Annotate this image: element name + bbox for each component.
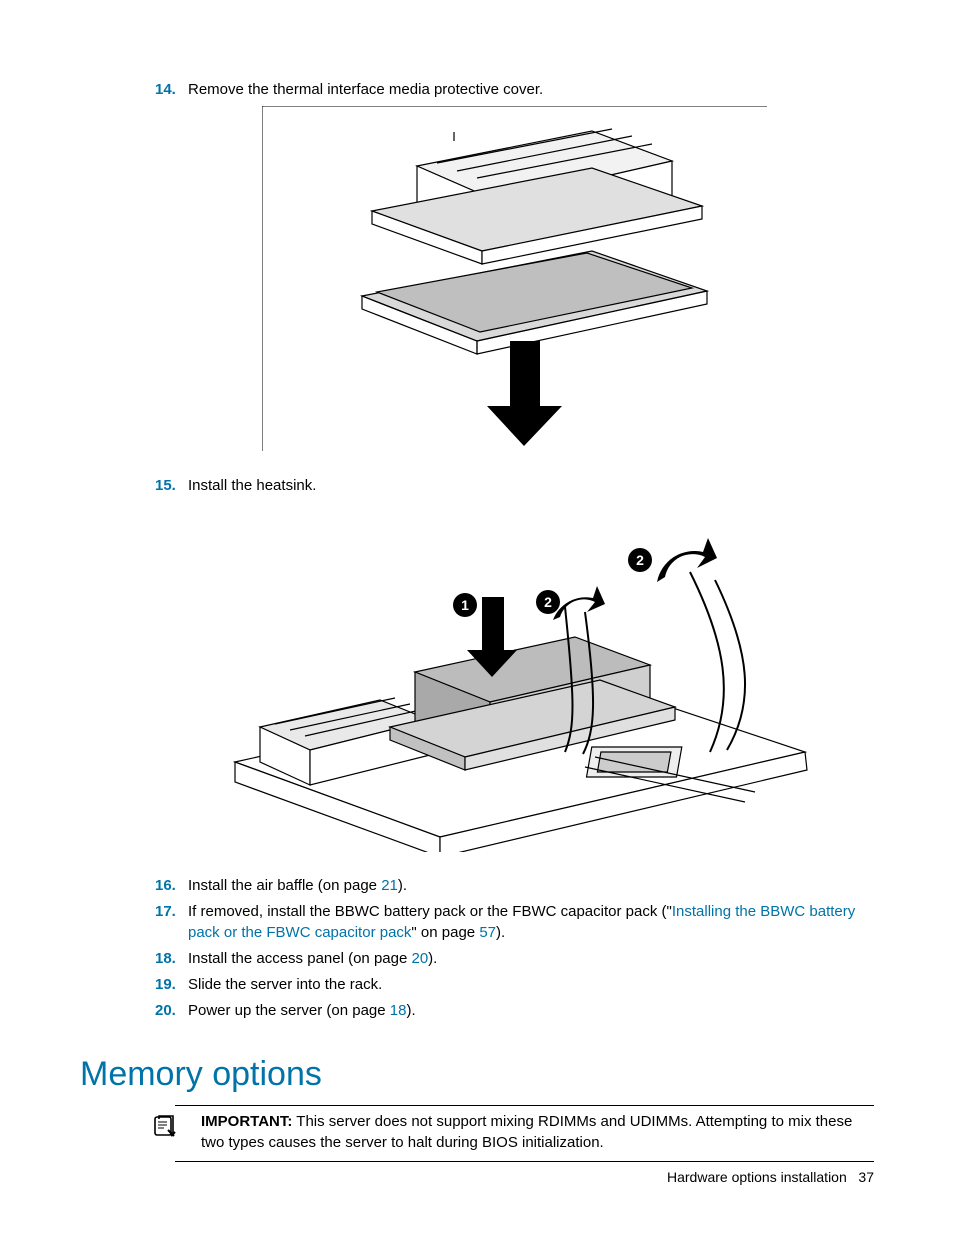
text-part: Install the air baffle (on page: [188, 877, 381, 894]
step-text: Remove the thermal interface media prote…: [188, 80, 874, 100]
section-heading: Memory options: [80, 1052, 874, 1098]
text-part: Install the access panel (on page: [188, 950, 411, 967]
text-part: ).: [428, 950, 437, 967]
step-text: Install the heatsink.: [188, 476, 874, 496]
step-14: 14. Remove the thermal interface media p…: [155, 80, 874, 100]
svg-text:1: 1: [461, 597, 469, 613]
step-number: 17.: [155, 902, 188, 922]
page-footer: Hardware options installation 37: [667, 1168, 874, 1187]
text-part: " on page: [411, 924, 479, 941]
step-number: 16.: [155, 876, 188, 896]
step-text: Install the air baffle (on page 21).: [188, 876, 874, 896]
text-part: Power up the server (on page: [188, 1002, 390, 1019]
step-18: 18. Install the access panel (on page 20…: [155, 949, 874, 969]
text-part: ).: [398, 877, 407, 894]
page-ref-link[interactable]: 57: [479, 924, 496, 941]
figure-install-heatsink: 1 2 2: [155, 502, 874, 858]
step-19: 19. Slide the server into the rack.: [155, 975, 874, 995]
step-17: 17. If removed, install the BBWC battery…: [155, 902, 874, 943]
page-ref-link[interactable]: 18: [390, 1002, 407, 1019]
steps-list-mid: 15. Install the heatsink.: [155, 476, 874, 496]
note-text: IMPORTANT: This server does not support …: [201, 1112, 874, 1153]
step-number: 18.: [155, 949, 188, 969]
steps-list-bottom: 16. Install the air baffle (on page 21).…: [155, 876, 874, 1022]
footer-page-number: 37: [858, 1169, 874, 1185]
figure-thermal-cover: [155, 106, 874, 457]
step-text: If removed, install the BBWC battery pac…: [188, 902, 874, 943]
step-number: 15.: [155, 476, 188, 496]
page-ref-link[interactable]: 20: [411, 950, 428, 967]
page-container: 14. Remove the thermal interface media p…: [0, 0, 954, 1235]
step-text: Slide the server into the rack.: [188, 975, 874, 995]
step-number: 19.: [155, 975, 188, 995]
step-15: 15. Install the heatsink.: [155, 476, 874, 496]
step-text: Power up the server (on page 18).: [188, 1001, 874, 1021]
text-part: ).: [406, 1002, 415, 1019]
note-label: IMPORTANT:: [201, 1113, 292, 1130]
important-note-icon: [153, 1114, 177, 1138]
svg-text:2: 2: [544, 594, 552, 610]
text-part: ).: [496, 924, 505, 941]
step-20: 20. Power up the server (on page 18).: [155, 1001, 874, 1021]
steps-list-top: 14. Remove the thermal interface media p…: [155, 80, 874, 100]
thermal-cover-diagram-icon: [262, 106, 767, 451]
step-number: 14.: [155, 80, 188, 100]
content-area: 14. Remove the thermal interface media p…: [155, 80, 874, 1022]
note-icon-column: [153, 1112, 201, 1153]
svg-text:2: 2: [636, 552, 644, 568]
step-text: Install the access panel (on page 20).: [188, 949, 874, 969]
install-heatsink-diagram-icon: 1 2 2: [205, 502, 825, 852]
page-ref-link[interactable]: 21: [381, 877, 398, 894]
step-number: 20.: [155, 1001, 188, 1021]
important-note: IMPORTANT: This server does not support …: [175, 1105, 874, 1162]
text-part: If removed, install the BBWC battery pac…: [188, 903, 672, 920]
step-16: 16. Install the air baffle (on page 21).: [155, 876, 874, 896]
footer-chapter: Hardware options installation: [667, 1169, 847, 1185]
note-body: This server does not support mixing RDIM…: [201, 1113, 852, 1150]
